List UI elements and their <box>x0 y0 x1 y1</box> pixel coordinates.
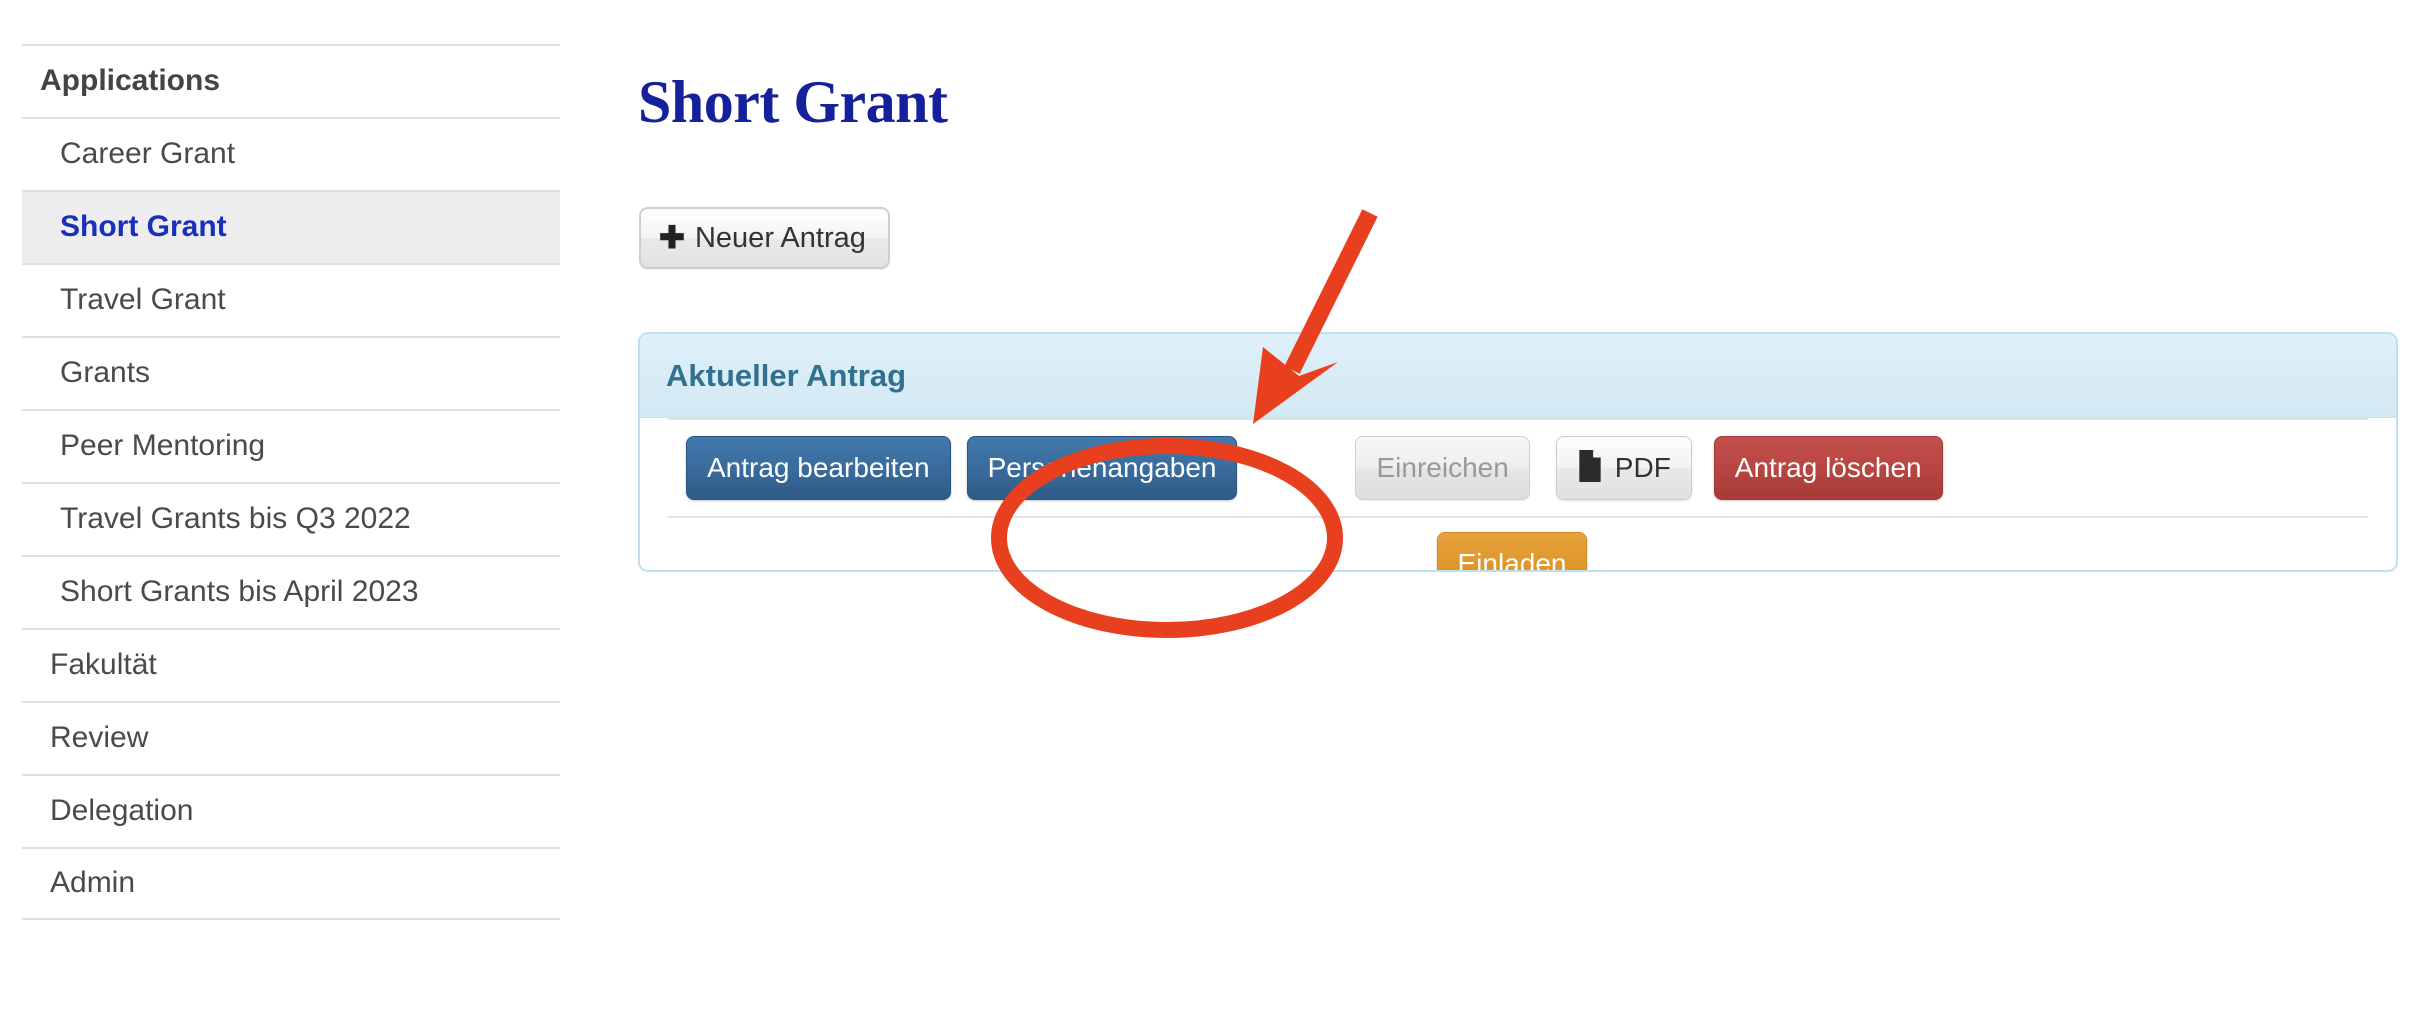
sidebar-item-short-grants-bis-april-2023[interactable]: Short Grants bis April 2023 <box>22 555 560 628</box>
sidebar-item-travel-grant[interactable]: Travel Grant <box>22 263 560 336</box>
sidebar-item-grants[interactable]: Grants <box>22 336 560 409</box>
sidebar-navigation: Applications Career Grant Short Grant Trave… <box>22 44 560 920</box>
sidebar-item-label: Travel Grants bis Q3 2022 <box>60 502 411 536</box>
plus-icon: ✚ <box>659 219 685 255</box>
pdf-button-label: PDF <box>1614 452 1671 483</box>
new-application-button-label: Neuer Antrag <box>694 221 866 254</box>
sidebar-item-short-grant[interactable]: Short Grant <box>22 190 560 263</box>
personal-details-button[interactable]: Personenangaben <box>966 436 1238 500</box>
sidebar-item-peer-mentoring[interactable]: Peer Mentoring <box>22 409 560 482</box>
page-title: Short Grant <box>638 69 948 136</box>
sidebar-item-label: Delegation <box>50 794 194 828</box>
panel-title: Aktueller Antrag <box>666 357 907 393</box>
edit-application-button-label: Antrag bearbeiten <box>707 452 930 483</box>
sidebar-item-admin[interactable]: Admin <box>22 847 560 920</box>
sidebar-item-label: Applications <box>40 64 221 98</box>
sidebar-item-label: Travel Grant <box>60 283 226 317</box>
current-application-panel: Aktueller Antrag Antrag bearbeiten Person… <box>638 332 2398 572</box>
sidebar-item-delegation[interactable]: Delegation <box>22 774 560 847</box>
pdf-button[interactable]: PDF <box>1555 436 1692 500</box>
submit-button-label: Einreichen <box>1376 452 1509 483</box>
sidebar-item-label: Admin <box>50 866 136 900</box>
panel-body: Antrag bearbeiten Personenangaben Einreich… <box>640 418 2396 572</box>
sidebar-item-label: Review <box>50 721 149 755</box>
delete-application-button-label: Antrag löschen <box>1734 452 1922 483</box>
new-application-button[interactable]: ✚ Neuer Antrag <box>639 207 890 269</box>
delete-application-button[interactable]: Antrag löschen <box>1713 436 1943 500</box>
sidebar-item-label: Short Grant <box>60 210 227 244</box>
sidebar-item-label: Career Grant <box>60 137 236 171</box>
sidebar-item-career-grant[interactable]: Career Grant <box>22 117 560 190</box>
invite-button[interactable]: Einladen <box>1436 532 1588 572</box>
sidebar-item-travel-grants-bis-q3-2022[interactable]: Travel Grants bis Q3 2022 <box>22 482 560 555</box>
sidebar-item-review[interactable]: Review <box>22 701 560 774</box>
sidebar-item-label: Grants <box>60 356 151 390</box>
panel-header: Aktueller Antrag <box>640 334 2396 418</box>
sidebar-item-label: Short Grants bis April 2023 <box>60 575 419 609</box>
submit-button: Einreichen <box>1355 436 1530 500</box>
sidebar-item-fakult-t[interactable]: Fakultät <box>22 628 560 701</box>
invite-button-label: Einladen <box>1457 548 1567 572</box>
sidebar-item-label: Fakultät <box>50 648 157 682</box>
edit-application-button[interactable]: Antrag bearbeiten <box>686 436 951 500</box>
application-actions-row: Antrag bearbeiten Personenangaben Einreich… <box>668 420 2368 516</box>
sidebar-item-label: Peer Mentoring <box>60 429 266 463</box>
file-icon <box>1577 449 1603 488</box>
personal-details-button-label: Personenangaben <box>987 452 1217 483</box>
sidebar-item-applications[interactable]: Applications <box>22 44 560 117</box>
main-content: Short Grant ✚ Neuer Antrag Aktueller Ant… <box>638 0 2430 1028</box>
invite-row: Einladen <box>668 518 2368 572</box>
